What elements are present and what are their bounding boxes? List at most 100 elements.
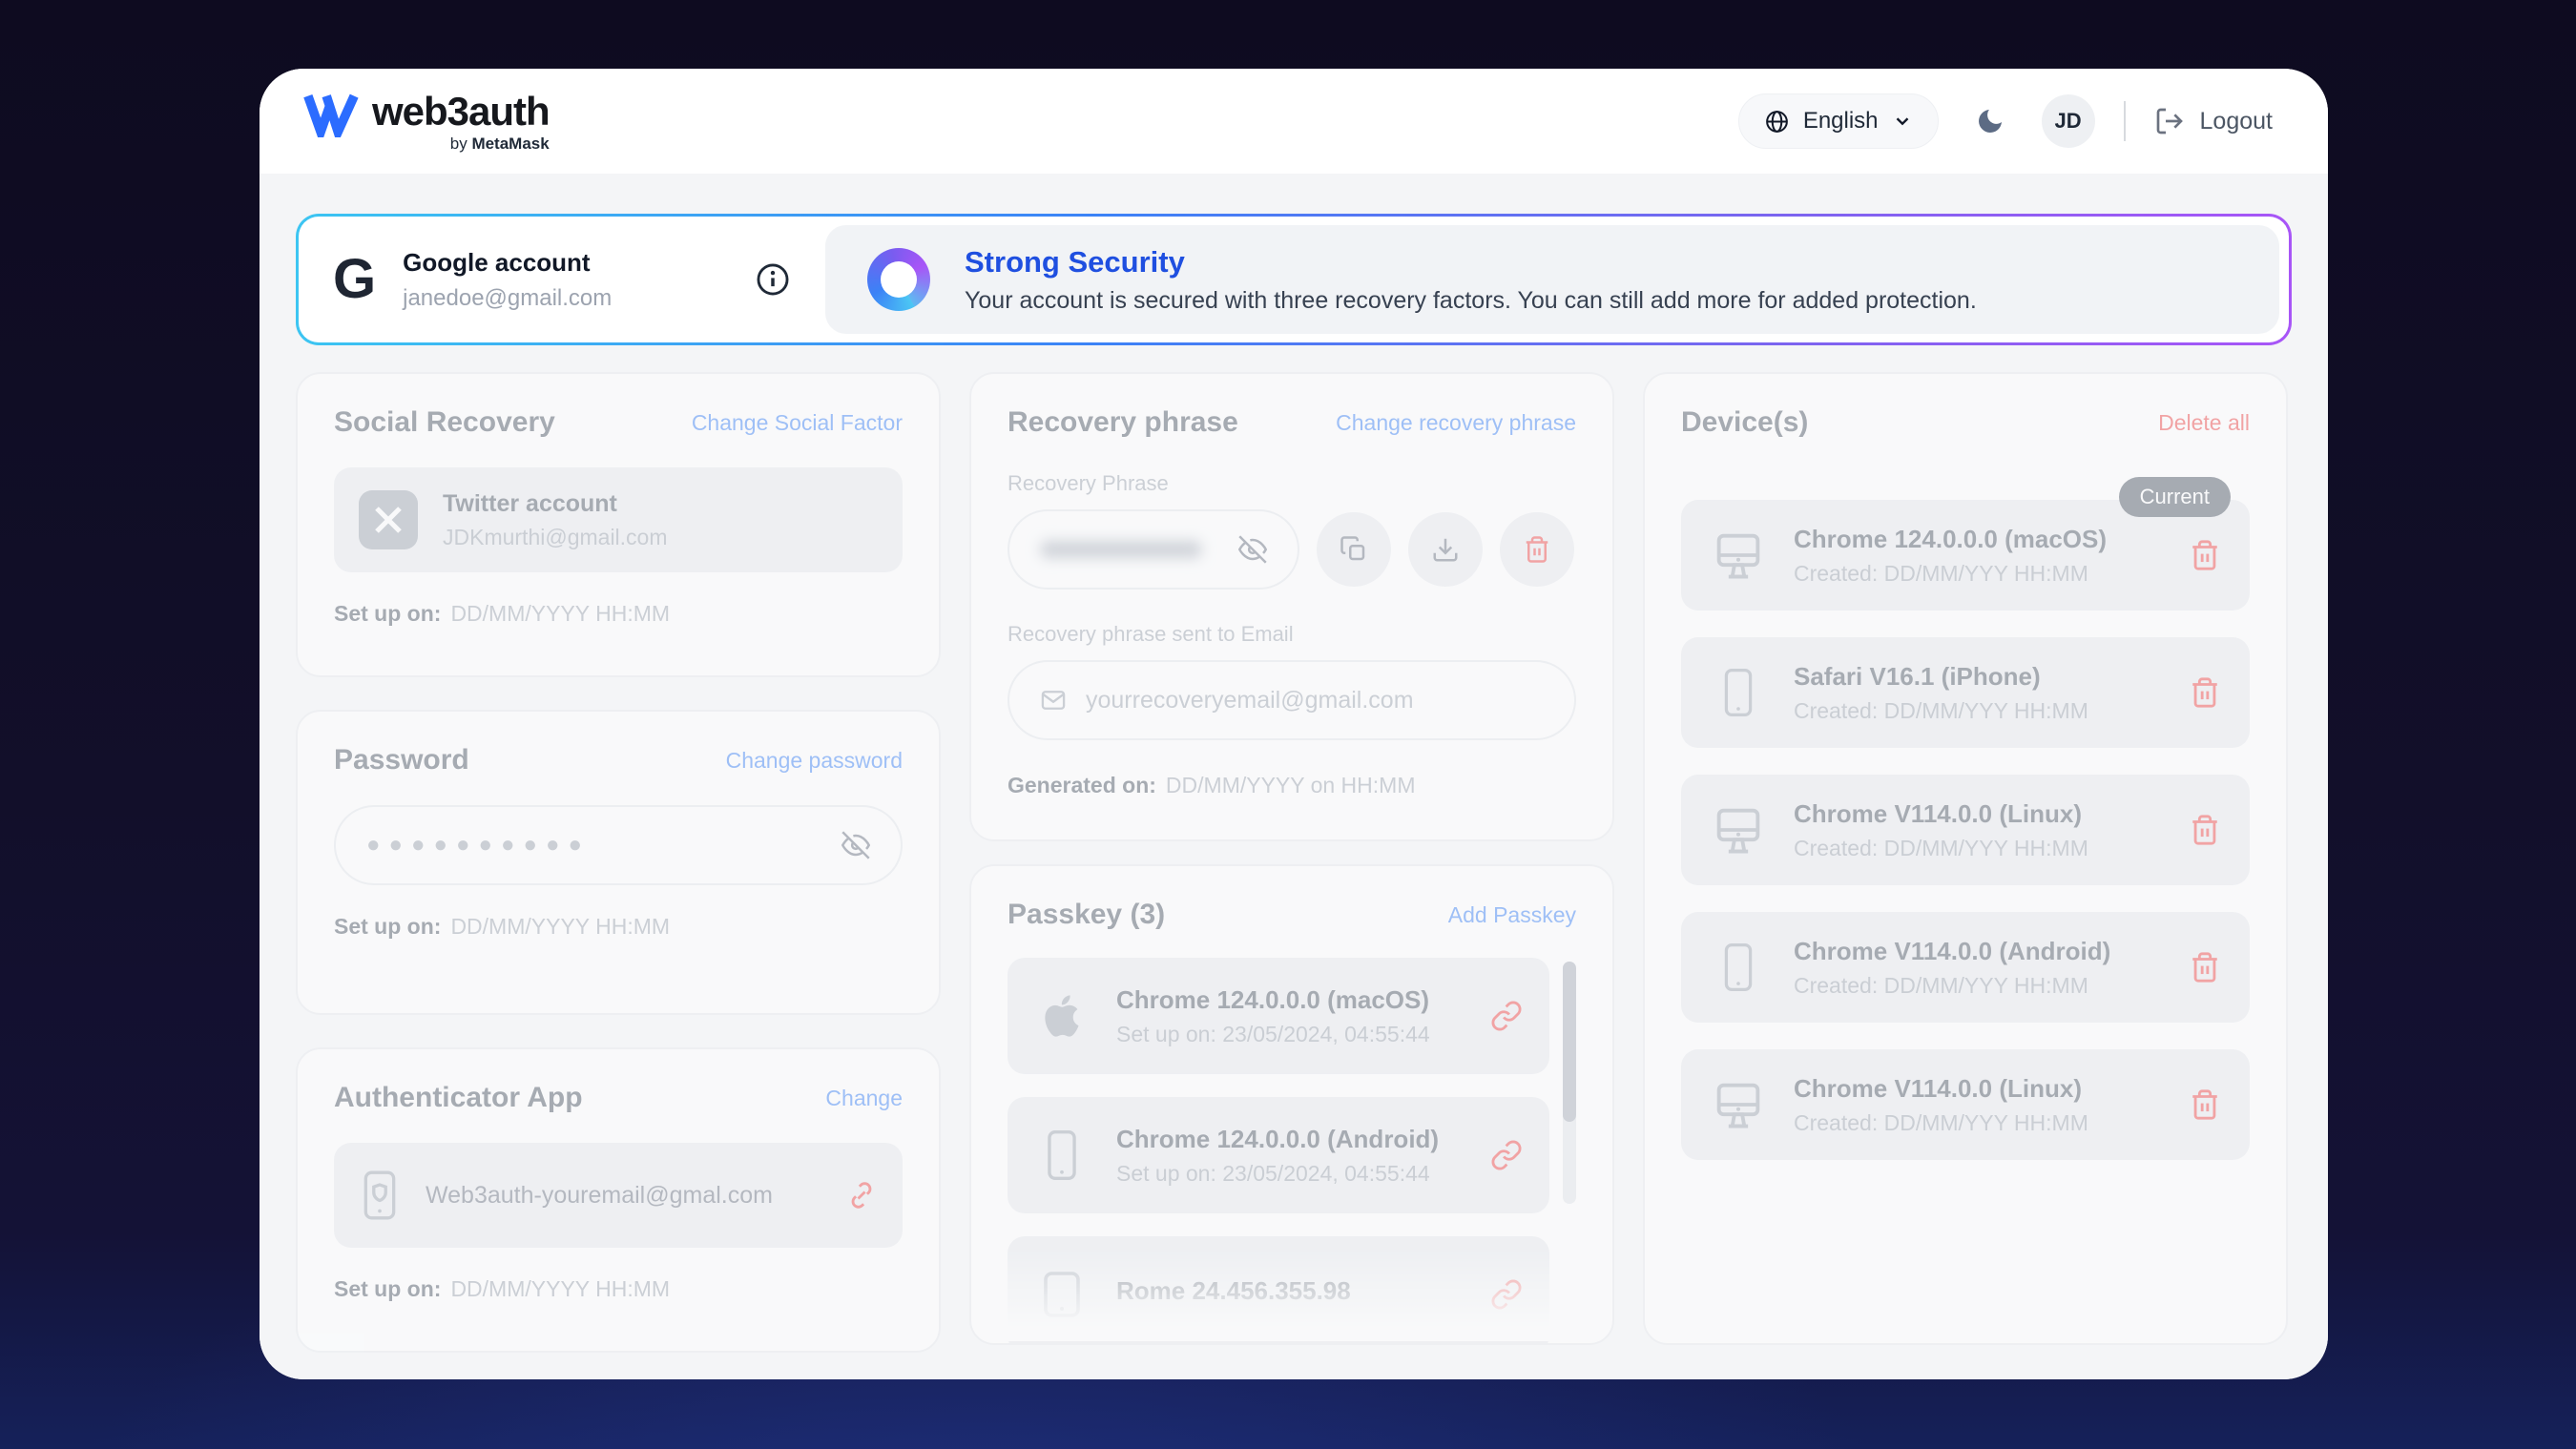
unlink-icon[interactable]	[845, 1179, 878, 1211]
device-title: Chrome 124.0.0.0 (macOS)	[1794, 525, 2107, 554]
logout-label: Logout	[2200, 108, 2273, 135]
delete-all-link[interactable]: Delete all	[2158, 410, 2250, 436]
scrollbar-thumb[interactable]	[1563, 962, 1576, 1122]
security-level-description: Your account is secured with three recov…	[965, 287, 1977, 315]
phone-icon	[1710, 942, 1767, 993]
phone-icon	[1034, 1128, 1090, 1182]
recovery-phrase-card: Recovery phrase Change recovery phrase R…	[969, 372, 1614, 841]
device-row: Chrome V114.0.0 (Linux) Created: DD/MM/Y…	[1681, 775, 2250, 885]
app-window: web3auth by MetaMask English	[260, 69, 2328, 1379]
dark-mode-toggle[interactable]	[1967, 98, 2013, 144]
connected-account: G Google account janedoe@gmail.com	[299, 217, 825, 342]
passkey-title: Rome 24.456.355.98	[1116, 1276, 1351, 1306]
delete-phrase-button[interactable]	[1500, 512, 1574, 587]
trash-icon[interactable]	[2189, 1088, 2221, 1121]
setup-date: Set up on:DD/MM/YYYY HH:MM	[334, 601, 903, 627]
device-subtitle: Created: DD/MM/YYY HH:MM	[1794, 973, 2110, 999]
authenticator-email: Web3auth-youremail@gmal.com	[426, 1182, 773, 1210]
device-row: Chrome V114.0.0 (Android) Created: DD/MM…	[1681, 912, 2250, 1023]
security-ring-icon	[867, 248, 930, 311]
setup-date: Set up on:DD/MM/YYYY HH:MM	[334, 914, 903, 940]
device-title: Chrome V114.0.0 (Linux)	[1794, 799, 2088, 829]
authenticator-phone-icon	[359, 1168, 401, 1223]
change-recovery-phrase-link[interactable]: Change recovery phrase	[1336, 410, 1576, 436]
app-header: web3auth by MetaMask English	[260, 69, 2328, 174]
recovery-email-value: yourrecoveryemail@gmail.com	[1086, 687, 1414, 714]
device-row: Chrome V114.0.0 (Linux) Created: DD/MM/Y…	[1681, 1049, 2250, 1160]
brand-byline: by MetaMask	[450, 135, 550, 152]
card-title: Passkey (3)	[1008, 899, 1165, 931]
change-social-factor-link[interactable]: Change Social Factor	[692, 410, 903, 436]
authenticator-card: Authenticator App Change Web3auth-yourem…	[296, 1047, 941, 1353]
page-background: web3auth by MetaMask English	[0, 0, 2576, 1449]
passkey-row: Chrome 124.0.0.0 (macOS) Set up on: 23/0…	[1008, 958, 1549, 1074]
info-icon[interactable]	[755, 261, 791, 298]
eye-off-icon[interactable]	[1238, 535, 1267, 564]
passkey-list: Chrome 124.0.0.0 (macOS) Set up on: 23/0…	[1008, 958, 1576, 1345]
scrollbar-track	[1563, 962, 1576, 1204]
security-level: Strong Security Your account is secured …	[825, 225, 2279, 334]
trash-icon[interactable]	[2189, 814, 2221, 846]
desktop-icon	[1710, 1080, 1767, 1129]
device-title: Safari V16.1 (iPhone)	[1794, 662, 2088, 692]
recovery-phrase-masked-value	[1040, 541, 1202, 558]
device-title: Chrome V114.0.0 (Android)	[1794, 937, 2110, 966]
link-icon[interactable]	[1490, 1139, 1523, 1171]
add-passkey-link[interactable]: Add Passkey	[1448, 902, 1576, 928]
factor-columns: Social Recovery Change Social Factor Twi…	[296, 372, 2299, 1353]
language-selector[interactable]: English	[1738, 93, 1939, 149]
download-icon	[1431, 535, 1460, 564]
google-logo: G	[333, 252, 376, 307]
security-level-title: Strong Security	[965, 245, 1977, 279]
recovery-phrase-field[interactable]	[1008, 509, 1299, 590]
passkey-card: Passkey (3) Add Passkey	[969, 864, 1614, 1345]
logout-icon	[2154, 106, 2185, 136]
recovery-email-label: Recovery phrase sent to Email	[1008, 622, 1576, 647]
copy-icon	[1340, 535, 1368, 564]
trash-icon[interactable]	[2189, 951, 2221, 983]
setup-date: Set up on:DD/MM/YYYY HH:MM	[334, 1276, 903, 1302]
page-body: G Google account janedoe@gmail.com Stro	[260, 174, 2328, 1379]
account-title: Google account	[403, 248, 612, 278]
avatar[interactable]: JD	[2042, 94, 2095, 148]
device-subtitle: Created: DD/MM/YYY HH:MM	[1794, 698, 2088, 724]
passkey-row: Chrome 124.0.0.0 (Android) Set up on: 23…	[1008, 1097, 1549, 1213]
copy-button[interactable]	[1317, 512, 1391, 587]
twitter-factor-item: Twitter account JDKmurthi@gmail.com	[334, 467, 903, 572]
logout-button[interactable]: Logout	[2154, 106, 2273, 136]
card-title: Recovery phrase	[1008, 406, 1238, 439]
link-icon[interactable]	[1490, 1278, 1523, 1311]
download-button[interactable]	[1408, 512, 1483, 587]
recovery-email-field[interactable]: yourrecoveryemail@gmail.com	[1008, 660, 1576, 740]
card-title: Device(s)	[1681, 406, 1808, 439]
moon-icon	[1975, 106, 2005, 136]
trash-icon[interactable]	[2189, 539, 2221, 571]
eye-off-icon[interactable]	[841, 831, 870, 859]
account-email: janedoe@gmail.com	[403, 285, 612, 312]
change-authenticator-link[interactable]: Change	[825, 1086, 903, 1111]
password-field[interactable]: ●●●●●●●●●●	[334, 805, 903, 885]
change-password-link[interactable]: Change password	[726, 748, 903, 774]
card-title: Authenticator App	[334, 1082, 583, 1114]
device-subtitle: Created: DD/MM/YYY HH:MM	[1794, 1110, 2088, 1136]
device-subtitle: Created: DD/MM/YYY HH:MM	[1794, 836, 2088, 861]
web3auth-logo: web3auth by MetaMask	[303, 92, 550, 152]
passkey-subtitle: Set up on: 23/05/2024, 04:55:44	[1116, 1022, 1430, 1047]
apple-icon	[1034, 991, 1090, 1041]
trash-icon	[1523, 535, 1551, 564]
authenticator-item: Web3auth-youremail@gmal.com	[334, 1143, 903, 1248]
security-status-banner: G Google account janedoe@gmail.com Stro	[296, 214, 2292, 345]
header-divider	[2124, 101, 2126, 141]
device-title: Chrome V114.0.0 (Linux)	[1794, 1074, 2088, 1104]
brand-wordmark: web3auth	[372, 92, 550, 132]
chevron-down-icon	[1892, 111, 1913, 132]
device-row: Current Chrome 124.0.0.0 (macOS) Created…	[1681, 500, 2250, 611]
globe-icon	[1764, 109, 1790, 135]
trash-icon[interactable]	[2189, 676, 2221, 709]
device-list: Current Chrome 124.0.0.0 (macOS) Created…	[1681, 500, 2250, 1160]
devices-card: Device(s) Delete all Current	[1643, 372, 2288, 1345]
passkey-row: Rome 24.456.355.98	[1008, 1236, 1549, 1345]
link-icon[interactable]	[1490, 1000, 1523, 1032]
x-twitter-icon	[359, 490, 418, 549]
tablet-icon	[1034, 1270, 1090, 1319]
